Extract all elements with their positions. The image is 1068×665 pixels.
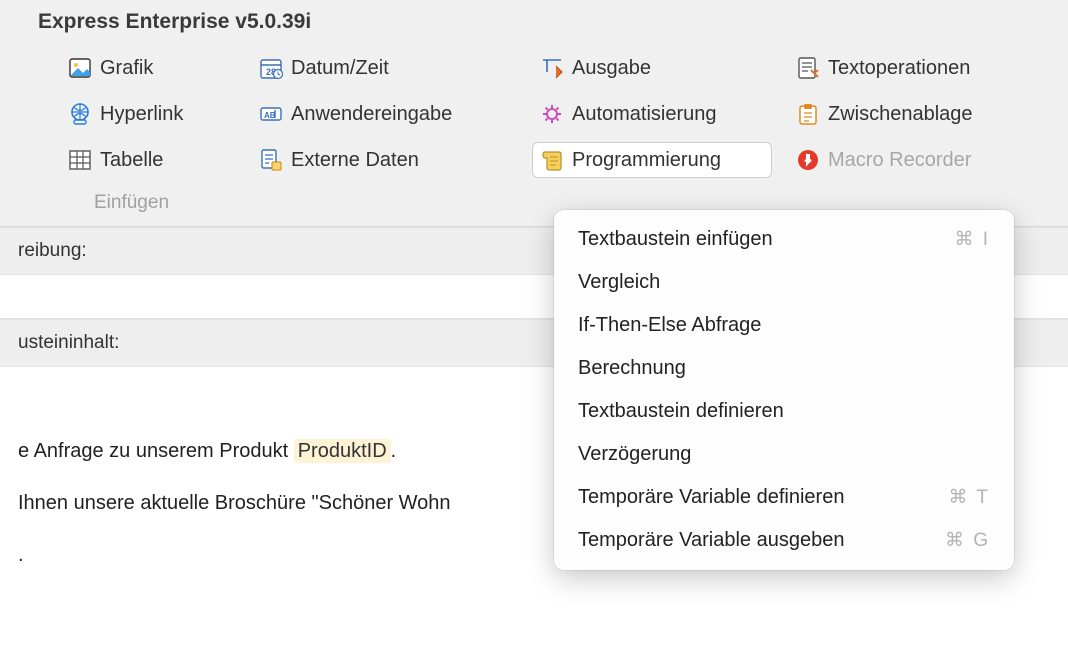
ribbon-label: Externe Daten <box>291 149 419 172</box>
ribbon-label: Ausgabe <box>572 57 651 80</box>
menu-label: If-Then-Else Abfrage <box>578 314 761 337</box>
ribbon-group-label: Einfügen <box>60 188 235 222</box>
ribbon-item-ausgabe[interactable]: Ausgabe <box>532 50 772 86</box>
ribbon-item-programmierung[interactable]: Programmierung <box>532 142 772 178</box>
clipboard-icon <box>796 102 820 126</box>
ribbon-label: Hyperlink <box>100 103 183 126</box>
ribbon-label: Macro Recorder <box>828 149 971 172</box>
ribbon-item-grafik[interactable]: Grafik <box>60 50 235 86</box>
ribbon-item-zwischenablage[interactable]: Zwischenablage <box>788 96 1018 132</box>
ribbon-item-externedaten[interactable]: Externe Daten <box>251 142 516 178</box>
ribbon-label: Grafik <box>100 57 153 80</box>
ribbon-label: Automatisierung <box>572 103 717 126</box>
content-text: Ihnen unsere aktuelle Broschüre "Schöner… <box>18 492 451 514</box>
calendar-icon: 28 <box>259 56 283 80</box>
programmierung-dropdown: Textbaustein einfügen ⌘ I Vergleich If-T… <box>554 210 1014 570</box>
textops-icon <box>796 56 820 80</box>
svg-text:AB: AB <box>264 111 276 120</box>
menu-item-textbaustein-definieren[interactable]: Textbaustein definieren <box>554 390 1014 433</box>
menu-label: Temporäre Variable ausgeben <box>578 529 844 552</box>
menu-item-tempvar-ausgeben[interactable]: Temporäre Variable ausgeben ⌘ G <box>554 519 1014 562</box>
ribbon-item-macrorecorder[interactable]: Macro Recorder <box>788 142 1018 178</box>
ribbon-item-hyperlink[interactable]: Hyperlink <box>60 96 235 132</box>
output-icon <box>540 56 564 80</box>
menu-shortcut: ⌘ I <box>954 228 990 251</box>
menu-item-tempvar-definieren[interactable]: Temporäre Variable definieren ⌘ T <box>554 476 1014 519</box>
menu-shortcut: ⌘ G <box>945 529 990 552</box>
image-icon <box>68 56 92 80</box>
menu-shortcut: ⌘ T <box>948 486 990 509</box>
ribbon-item-datumzeit[interactable]: 28 Datum/Zeit <box>251 50 516 86</box>
menu-label: Berechnung <box>578 357 686 380</box>
ribbon-label: Zwischenablage <box>828 103 973 126</box>
hyperlink-icon <box>68 102 92 126</box>
ribbon-label: Programmierung <box>572 149 721 172</box>
menu-label: Textbaustein definieren <box>578 400 784 423</box>
menu-label: Temporäre Variable definieren <box>578 486 844 509</box>
table-icon <box>68 148 92 172</box>
menu-item-ifthenelse[interactable]: If-Then-Else Abfrage <box>554 304 1014 347</box>
ribbon-label: Tabelle <box>100 149 163 172</box>
content-text: . <box>391 440 397 462</box>
menu-label: Verzögerung <box>578 443 691 466</box>
scroll-icon <box>540 148 564 172</box>
menu-item-berechnung[interactable]: Berechnung <box>554 347 1014 390</box>
record-icon <box>796 148 820 172</box>
content-text: e Anfrage zu unserem Produkt <box>18 440 294 462</box>
ribbon-item-automatisierung[interactable]: Automatisierung <box>532 96 772 132</box>
externaldata-icon <box>259 148 283 172</box>
content-text: . <box>18 544 24 566</box>
ribbon-label: Anwendereingabe <box>291 103 452 126</box>
menu-label: Textbaustein einfügen <box>578 228 773 251</box>
menu-item-textbaustein-einfuegen[interactable]: Textbaustein einfügen ⌘ I <box>554 218 1014 261</box>
menu-label: Vergleich <box>578 271 660 294</box>
ribbon-item-tabelle[interactable]: Tabelle <box>60 142 235 178</box>
ribbon-item-textoperationen[interactable]: Textoperationen <box>788 50 1018 86</box>
variable-token-produktid[interactable]: ProduktID <box>294 439 391 463</box>
menu-item-verzoegerung[interactable]: Verzögerung <box>554 433 1014 476</box>
window-title: Express Enterprise v5.0.39i <box>0 0 1068 42</box>
ribbon-label: Textoperationen <box>828 57 970 80</box>
automation-icon <box>540 102 564 126</box>
ribbon-label: Datum/Zeit <box>291 57 389 80</box>
menu-item-vergleich[interactable]: Vergleich <box>554 261 1014 304</box>
userinput-icon: AB <box>259 102 283 126</box>
ribbon-toolbar: Grafik Hyperlink Tabelle Einfügen 28 <box>0 42 1068 227</box>
ribbon-item-anwendereingabe[interactable]: AB Anwendereingabe <box>251 96 516 132</box>
